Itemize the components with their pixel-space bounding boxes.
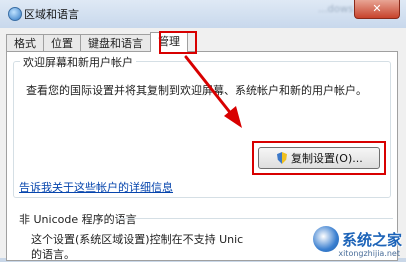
unicode-description-line1: 这个设置(系统区域设置)控制在不支持 Unic: [31, 233, 244, 246]
welcome-description: 查看您的国际设置并将其复制到欢迎屏幕、系统帐户和新的用户帐户。: [26, 84, 367, 97]
dialog-body: 格式 位置 键盘和语言 管理 欢迎屏幕和新用户帐户 查看您的国际设置并将其复制到…: [0, 28, 406, 261]
watermark-title: 系统之家: [341, 230, 402, 249]
tab-keyboards-languages[interactable]: 键盘和语言: [80, 34, 151, 52]
background-window-text: ...dows: [318, 4, 354, 15]
title-bar: 区域和语言 ...dows ✕: [0, 0, 406, 28]
close-button[interactable]: ✕: [354, 0, 400, 19]
group-divider: [117, 218, 393, 219]
tab-location[interactable]: 位置: [43, 34, 81, 52]
globe-icon: [8, 7, 22, 21]
copy-settings-button[interactable]: 复制设置(O)...: [258, 147, 380, 169]
copy-settings-label: 复制设置(O)...: [291, 152, 363, 165]
account-details-link[interactable]: 告诉我关于这些帐户的详细信息: [19, 179, 173, 195]
tab-highlight-annotation: [159, 31, 197, 54]
welcome-group-title: 欢迎屏幕和新用户帐户: [20, 54, 136, 70]
site-watermark: 系统之家 xitongzhijia.net: [312, 226, 402, 258]
unicode-description-line2: 的语言。: [31, 248, 75, 261]
uac-shield-icon: [277, 152, 287, 164]
window-title: 区域和语言: [24, 8, 79, 21]
watermark-subtitle: xitongzhijia.net: [338, 249, 400, 258]
watermark-logo-icon: [312, 226, 339, 252]
unicode-group-title: 非 Unicode 程序的语言: [19, 213, 137, 226]
tab-formats[interactable]: 格式: [6, 34, 44, 52]
welcome-screen-group: 欢迎屏幕和新用户帐户 查看您的国际设置并将其复制到欢迎屏幕、系统帐户和新的用户帐…: [13, 54, 391, 198]
